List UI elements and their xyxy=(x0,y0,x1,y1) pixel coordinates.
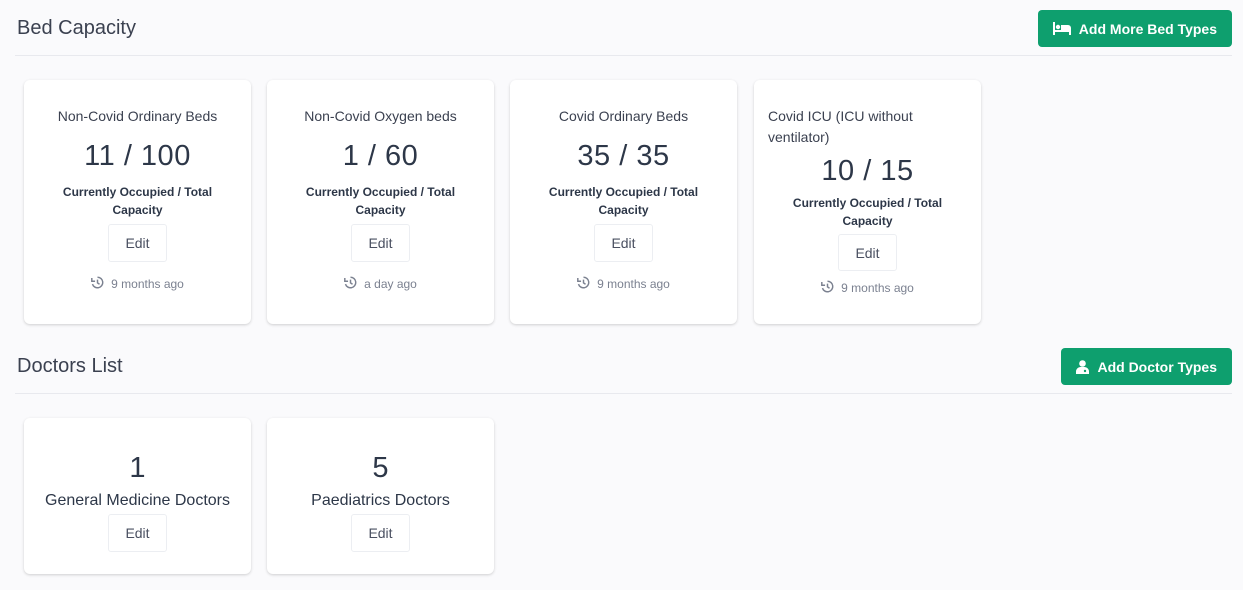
last-updated: 9 months ago xyxy=(577,276,670,292)
bed-occupancy-count: 10 / 15 xyxy=(821,155,914,187)
doctor-count: 1 xyxy=(129,452,146,484)
doctor-card: 5 Paediatrics Doctors Edit xyxy=(267,418,494,574)
edit-bed-button[interactable]: Edit xyxy=(594,224,653,262)
history-icon xyxy=(577,276,590,292)
bed-occupancy-caption: Currently Occupied / Total Capacity xyxy=(62,185,213,217)
edit-doctor-button[interactable]: Edit xyxy=(351,514,410,552)
bed-type-name: Non-Covid Ordinary Beds xyxy=(57,108,218,124)
history-icon xyxy=(344,276,357,292)
bed-card: Covid ICU (ICU without ventilator) 10 / … xyxy=(754,80,981,324)
add-doctor-types-button[interactable]: Add Doctor Types xyxy=(1061,348,1232,385)
add-doctor-types-label: Add Doctor Types xyxy=(1097,358,1217,375)
last-updated-text: 9 months ago xyxy=(597,277,670,291)
edit-doctor-button[interactable]: Edit xyxy=(108,514,167,552)
doctor-card: 1 General Medicine Doctors Edit xyxy=(24,418,251,574)
last-updated: 9 months ago xyxy=(821,280,914,296)
history-icon xyxy=(821,280,834,296)
bed-occupancy-count: 35 / 35 xyxy=(577,140,670,172)
bed-type-name: Non-Covid Oxygen beds xyxy=(304,108,457,124)
bed-capacity-title: Bed Capacity xyxy=(17,17,136,39)
bed-occupancy-count: 11 / 100 xyxy=(84,140,191,172)
doctor-icon xyxy=(1076,359,1090,374)
doctors-list-title: Doctors List xyxy=(17,355,123,377)
last-updated: 9 months ago xyxy=(91,276,184,292)
bed-section-divider xyxy=(15,55,1232,56)
doctor-type-name: Paediatrics Doctors xyxy=(311,492,450,509)
bed-capacity-header: Bed Capacity Add More Bed Types xyxy=(0,10,1243,47)
edit-bed-button[interactable]: Edit xyxy=(108,224,167,262)
add-more-bed-types-button[interactable]: Add More Bed Types xyxy=(1037,10,1232,47)
bed-occupancy-caption: Currently Occupied / Total Capacity xyxy=(792,196,943,228)
bed-occupancy-caption: Currently Occupied / Total Capacity xyxy=(305,185,456,217)
last-updated-text: 9 months ago xyxy=(841,281,914,295)
bed-occupancy-caption: Currently Occupied / Total Capacity xyxy=(548,185,699,217)
bed-card: Covid Ordinary Beds 35 / 35 Currently Oc… xyxy=(510,80,737,324)
edit-bed-button[interactable]: Edit xyxy=(838,234,897,271)
bed-type-name: Covid ICU (ICU without ventilator) xyxy=(768,108,913,145)
history-icon xyxy=(91,276,104,292)
bed-icon xyxy=(1052,22,1071,35)
bed-occupancy-count: 1 / 60 xyxy=(342,140,419,172)
doctor-section-divider xyxy=(15,393,1232,394)
add-more-bed-types-label: Add More Bed Types xyxy=(1078,20,1217,37)
bed-type-name: Covid Ordinary Beds xyxy=(558,108,689,124)
doctor-type-name: General Medicine Doctors xyxy=(45,492,230,509)
doctor-count: 5 xyxy=(372,452,389,484)
bed-card: Non-Covid Ordinary Beds 11 / 100 Current… xyxy=(24,80,251,324)
last-updated: a day ago xyxy=(344,276,417,292)
doctors-list-header: Doctors List Add Doctor Types xyxy=(0,348,1243,385)
last-updated-text: a day ago xyxy=(364,277,417,291)
edit-bed-button[interactable]: Edit xyxy=(351,224,410,262)
bed-card: Non-Covid Oxygen beds 1 / 60 Currently O… xyxy=(267,80,494,324)
last-updated-text: 9 months ago xyxy=(111,277,184,291)
